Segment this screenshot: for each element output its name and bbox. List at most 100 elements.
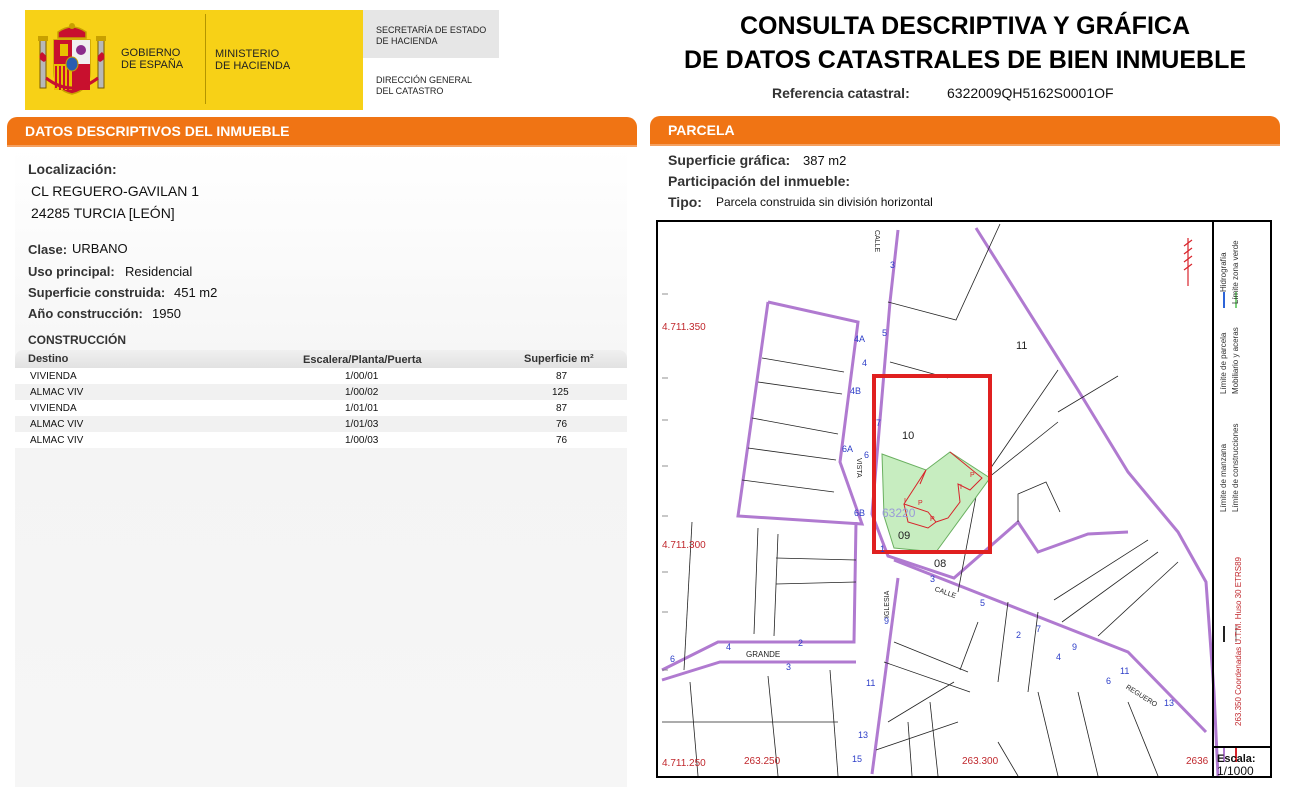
legend-parcela: Límite de parcela [1219, 332, 1228, 394]
label-6: 6 [864, 450, 870, 460]
row2-escalera: 1/00/02 [345, 387, 379, 398]
row5-destino: ALMAC VIV [30, 435, 84, 446]
construction-code-p1: P [970, 472, 975, 479]
parcela-header: PARCELA [650, 116, 1280, 144]
label-6d: 6 [670, 654, 676, 664]
coord-x3: 2636 [1186, 756, 1209, 767]
escala-divider [1214, 746, 1270, 748]
construction-code-i2: I [904, 498, 906, 505]
label-7b: 7 [1036, 624, 1042, 634]
escala-value: 1/1000 [1217, 764, 1254, 778]
row3-destino: VIVIENDA [30, 403, 77, 414]
label-11: 11 [1016, 340, 1028, 352]
label-6c: 6 [1106, 676, 1112, 686]
row5-escalera: 1/00/03 [345, 435, 379, 446]
table-row [15, 432, 627, 448]
ministerio-label: MINISTERIO DE HACIENDA [215, 48, 291, 72]
label-4a: 4A [854, 334, 866, 344]
address-line1: CL REGUERO-GAVILAN 1 [31, 183, 200, 199]
parcel-label: 63220 [882, 506, 916, 520]
label-7: 7 [876, 418, 882, 428]
secretaria-label: SECRETARÍA DE ESTADO DE HACIENDA [376, 25, 487, 46]
row2-destino: ALMAC VIV [30, 387, 84, 398]
direccion-label: DIRECCIÓN GENERAL DEL CATASTRO [376, 75, 473, 96]
col-escalera: Escalera/Planta/Puerta [303, 354, 422, 366]
label-10: 10 [902, 430, 915, 442]
address-line2: 24285 TURCIA [LEÓN] [31, 205, 175, 221]
clase-label: Clase: [28, 242, 68, 257]
coord-y2: 4.711.300 [662, 540, 706, 551]
map-drawing [661, 223, 1237, 776]
label-4d: 4 [726, 642, 732, 652]
localizacion-label: Localización: [28, 161, 117, 177]
label-3b: 3 [930, 574, 936, 584]
coord-y3: 4.711.250 [662, 758, 706, 769]
street-iglesia: IGLESIA [884, 590, 891, 618]
label-2b: 2 [798, 638, 804, 648]
label-1: 1 [880, 544, 886, 554]
cadastral-map[interactable]: 4.711.350 4.711.300 4.711.250 263.250 26… [656, 220, 1272, 778]
label-08: 08 [934, 558, 947, 570]
page-title-line2: DE DATOS CATASTRALES DE BIEN INMUEBLE [683, 46, 1247, 74]
legend-divider [1212, 222, 1214, 776]
coord-x2: 263.300 [962, 756, 999, 767]
row5-superficie: 76 [556, 435, 568, 446]
label-13b: 13 [858, 730, 869, 740]
label-2: 2 [1016, 630, 1022, 640]
construction-code-i1: I [960, 484, 962, 491]
coord-x1: 263.250 [744, 756, 781, 767]
row3-escalera: 1/01/01 [345, 403, 379, 414]
table-row [15, 384, 627, 400]
ref-catastral-value: 6322009QH5162S0001OF [947, 85, 1114, 101]
gobierno-label: GOBIERNO DE ESPAÑA [121, 47, 184, 71]
legend-coordenadas: 263.350 Coordenadas U.T.M. Huso 30 ETRS8… [1234, 557, 1243, 726]
legend-construcciones: Límite de construcciones [1231, 423, 1240, 513]
label-09: 09 [898, 530, 911, 542]
construction-code-p3: P [930, 516, 935, 523]
uso-value: Residencial [125, 264, 193, 279]
grid-marks [662, 293, 668, 671]
label-4: 4 [862, 358, 868, 368]
tipo-label: Tipo: [668, 194, 702, 210]
street-calle-top: CALLE [873, 230, 880, 253]
superficie-grafica-label: Superficie gráfica: [668, 152, 791, 168]
anio-construccion-value: 1950 [152, 306, 181, 321]
row1-escalera: 1/00/01 [345, 371, 379, 382]
row1-superficie: 87 [556, 371, 568, 382]
label-4c: 4 [1056, 652, 1062, 662]
label-3c: 3 [786, 662, 792, 672]
table-row [15, 416, 627, 432]
row2-superficie: 125 [552, 387, 569, 398]
legend-hidrografia: Hidrografía [1219, 252, 1228, 292]
construccion-heading: CONSTRUCCIÓN [28, 333, 126, 347]
anio-construccion-label: Año construcción: [28, 306, 143, 321]
label-5: 5 [882, 328, 888, 338]
descriptivos-header: DATOS DESCRIPTIVOS DEL INMUEBLE [7, 117, 637, 145]
superficie-grafica-value: 387 m2 [803, 153, 847, 168]
logo-divider [205, 14, 206, 104]
coat-of-arms-icon [36, 22, 108, 100]
superficie-construida-label: Superficie construida: [28, 285, 166, 300]
label-6b: 6B [854, 508, 866, 518]
superficie-construida-value: 451 m2 [174, 285, 218, 300]
label-11b: 11 [1120, 666, 1130, 676]
row4-escalera: 1/01/03 [345, 419, 379, 430]
participacion-label: Participación del inmueble: [668, 173, 851, 189]
label-3: 3 [890, 260, 896, 270]
table-row [15, 400, 627, 416]
col-superficie: Superficie m² [524, 353, 594, 365]
col-destino: Destino [28, 353, 69, 365]
label-11c: 11 [866, 678, 876, 688]
label-4b: 4B [850, 386, 862, 396]
uso-label: Uso principal: [28, 264, 115, 279]
north-arrow-icon [1183, 238, 1193, 286]
label-9b: 9 [884, 616, 890, 626]
row4-destino: ALMAC VIV [30, 419, 84, 430]
parcela-header-underline [650, 144, 1280, 146]
row1-destino: VIVIENDA [30, 371, 77, 382]
ref-catastral-label: Referencia catastral: [772, 85, 910, 101]
label-15: 15 [852, 754, 863, 764]
label-6a: 6A [842, 444, 854, 454]
tipo-value: Parcela construida sin división horizont… [716, 195, 933, 209]
label-13: 13 [1164, 698, 1175, 708]
